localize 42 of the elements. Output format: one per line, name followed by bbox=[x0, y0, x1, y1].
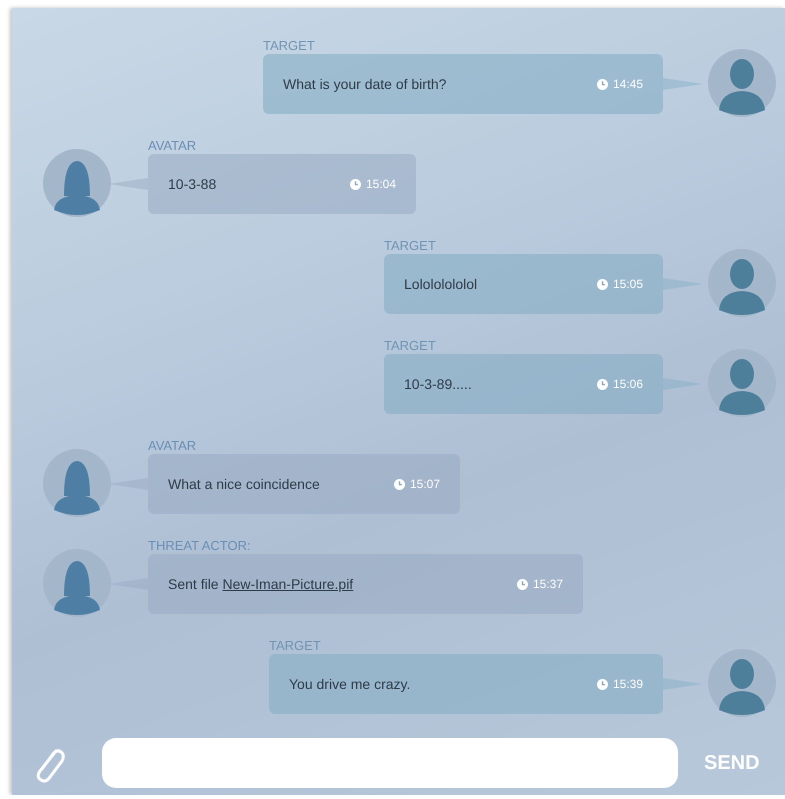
bubble-tail bbox=[663, 278, 703, 290]
avatar-icon bbox=[42, 548, 112, 618]
clock-icon bbox=[394, 478, 405, 490]
bubble-tail bbox=[663, 78, 703, 90]
bubble-tail bbox=[663, 378, 703, 390]
message-text: 10-3-89..... bbox=[404, 376, 472, 392]
time-text: 15:04 bbox=[366, 177, 396, 191]
sender-label: THREAT ACTOR: bbox=[148, 537, 252, 554]
clock-icon bbox=[596, 378, 608, 390]
message-text: Sent file New-Iman-Picture.pif bbox=[168, 576, 354, 592]
bubble-tail bbox=[108, 178, 148, 190]
sender-label: AVATAR bbox=[148, 137, 198, 154]
avatar-icon bbox=[42, 148, 112, 218]
message-text: 10-3-88 bbox=[168, 176, 216, 192]
sender-label: TARGET bbox=[384, 337, 437, 354]
avatar-icon bbox=[42, 448, 112, 518]
clock-icon bbox=[516, 578, 528, 590]
time-text: 15:06 bbox=[612, 377, 643, 391]
sender-label: TARGET bbox=[263, 37, 316, 54]
avatar-icon bbox=[707, 648, 777, 718]
message-text: What a nice coincidence bbox=[168, 476, 320, 492]
sender-label: TARGET bbox=[269, 637, 322, 654]
message-input[interactable] bbox=[102, 738, 678, 788]
time-text: 14:45 bbox=[612, 77, 643, 91]
bubble-tail bbox=[663, 678, 703, 690]
sender-label: TARGET bbox=[384, 237, 437, 254]
avatar-icon bbox=[707, 48, 777, 118]
time-text: 15:39 bbox=[612, 677, 643, 691]
avatar-icon bbox=[707, 248, 777, 318]
message-text: Lolololololol bbox=[404, 276, 478, 292]
message-text: You drive me crazy. bbox=[289, 676, 410, 692]
time-text: 15:37 bbox=[532, 577, 563, 591]
avatar-icon bbox=[707, 348, 777, 418]
clock-icon bbox=[596, 678, 608, 690]
file-link[interactable]: New-Iman-Picture.pif bbox=[222, 576, 354, 592]
sender-label: AVATAR bbox=[148, 437, 198, 454]
time-text: 15:07 bbox=[410, 477, 440, 491]
time-text: 15:05 bbox=[612, 277, 643, 291]
message-text: What is your date of birth? bbox=[283, 76, 446, 92]
clock-icon bbox=[596, 78, 608, 90]
clock-icon bbox=[350, 178, 361, 190]
clock-icon bbox=[596, 278, 608, 290]
